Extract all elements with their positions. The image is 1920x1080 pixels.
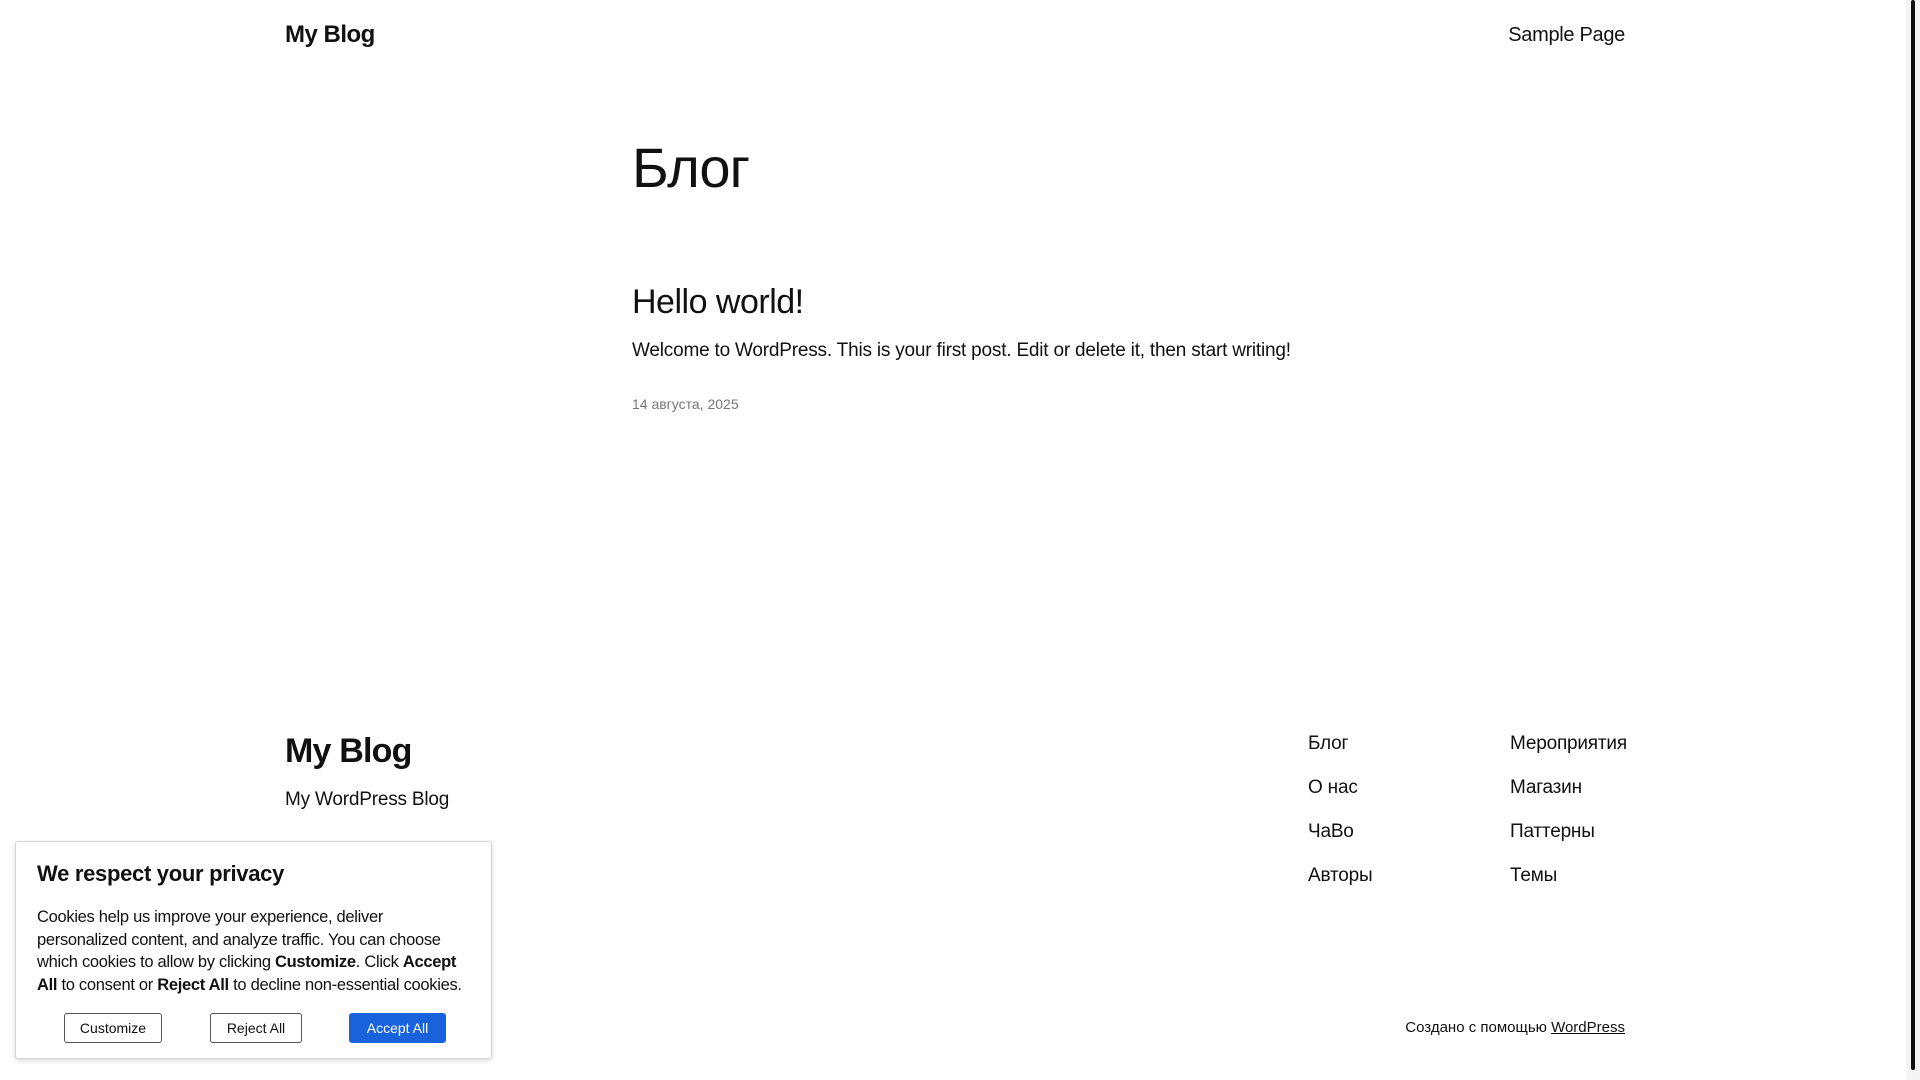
footer-link-about[interactable]: О нас: [1308, 774, 1372, 802]
cookie-text-customize: Customize: [275, 953, 356, 971]
credits-text: Создано с помощью: [1405, 1019, 1547, 1036]
footer-site-title-link[interactable]: My Blog: [285, 729, 412, 773]
page-title: Блог: [632, 136, 750, 199]
reject-all-button[interactable]: Reject All: [210, 1013, 302, 1043]
post-excerpt: Welcome to WordPress. This is your first…: [632, 340, 1291, 361]
cookie-consent-banner: We respect your privacy Cookies help us …: [15, 841, 492, 1059]
footer-credits: Создано с помощью WordPress: [1405, 1018, 1625, 1038]
customize-button[interactable]: Customize: [64, 1013, 162, 1043]
footer-link-themes[interactable]: Темы: [1510, 862, 1627, 890]
footer-nav-column-1: Блог О нас ЧаВо Авторы: [1308, 730, 1373, 890]
footer-link-authors[interactable]: Авторы: [1308, 862, 1373, 890]
footer-link-patterns[interactable]: Паттерны: [1510, 818, 1627, 846]
scrollbar-thumb[interactable]: [1911, 0, 1915, 1070]
nav-item-sample-page[interactable]: Sample Page: [1508, 20, 1625, 50]
cookie-text-part-4: to decline non-essential cookies.: [228, 975, 462, 994]
page: My Blog Sample Page Блог Hello world! We…: [0, 0, 1920, 1080]
cookie-banner-text: Cookies help us improve your experience,…: [37, 906, 471, 996]
cookie-text-part-3: to consent or: [57, 975, 158, 994]
site-title-link[interactable]: My Blog: [285, 20, 375, 50]
cookie-text-reject-all: Reject All: [157, 975, 229, 994]
wordpress-link[interactable]: WordPress: [1551, 1019, 1625, 1036]
footer-nav-column-2: Мероприятия Магазин Паттерны Темы: [1510, 730, 1627, 890]
post-title-link[interactable]: Hello world!: [632, 282, 804, 322]
footer-link-shop[interactable]: Магазин: [1510, 774, 1627, 802]
footer-link-faq[interactable]: ЧаВо: [1308, 818, 1372, 846]
cookie-text-part-2: . Click: [355, 953, 403, 971]
footer-link-events[interactable]: Мероприятия: [1510, 730, 1627, 758]
accept-all-button[interactable]: Accept All: [349, 1013, 446, 1043]
scrollbar-track[interactable]: [1906, 0, 1920, 1080]
footer-link-blog[interactable]: Блог: [1308, 730, 1372, 758]
post-date: 14 августа, 2025: [632, 396, 739, 412]
cookie-banner-title: We respect your privacy: [37, 861, 285, 886]
footer-tagline: My WordPress Blog: [285, 789, 450, 810]
